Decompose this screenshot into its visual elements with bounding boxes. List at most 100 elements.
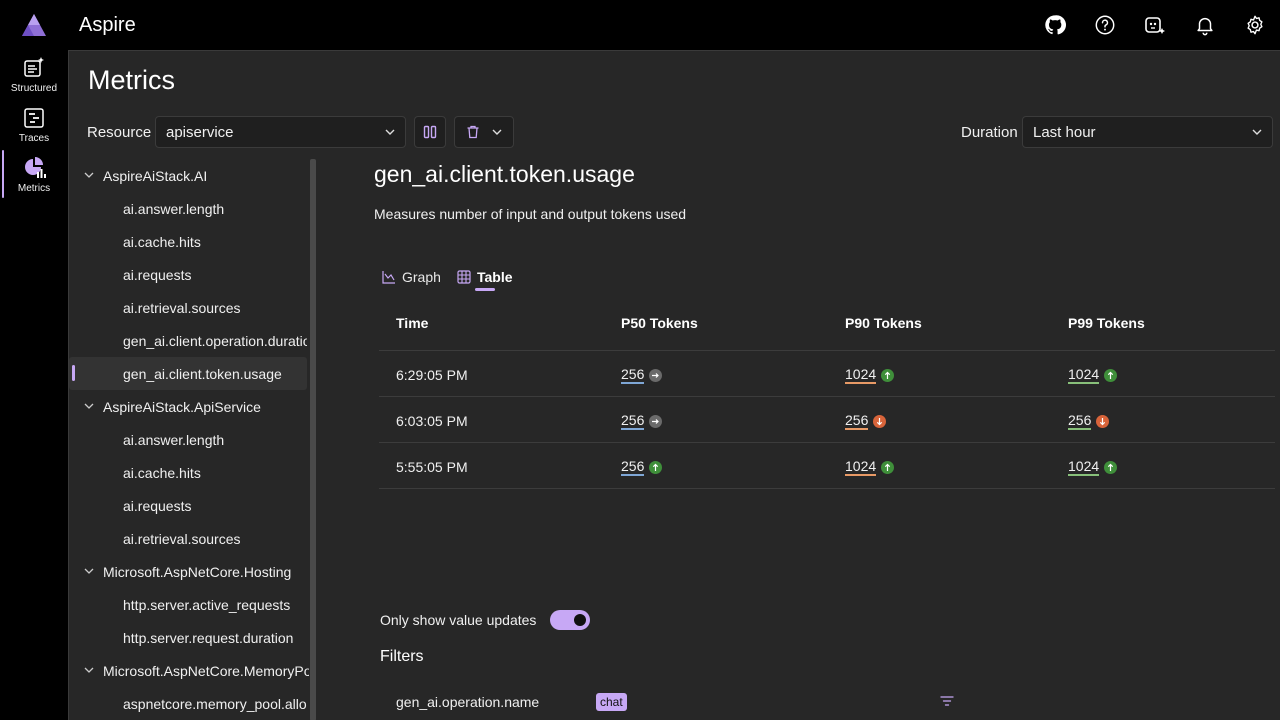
tree-group-label: Microsoft.AspNetCore.Hosting bbox=[103, 564, 292, 580]
value-link[interactable]: 256 bbox=[621, 459, 645, 476]
tab-graph-label: Graph bbox=[402, 269, 441, 285]
duration-select[interactable]: Last hour bbox=[1022, 116, 1273, 148]
column-header-p50[interactable]: P50 Tokens bbox=[621, 315, 698, 331]
column-header-time[interactable]: Time bbox=[396, 315, 428, 331]
filters-title: Filters bbox=[380, 648, 424, 665]
table-cell-p50[interactable]: 256 bbox=[621, 367, 663, 384]
table-icon bbox=[457, 270, 471, 284]
aspire-logo-icon[interactable] bbox=[21, 13, 47, 37]
value-link[interactable]: 1024 bbox=[845, 459, 877, 476]
value-link[interactable]: 1024 bbox=[1068, 367, 1100, 384]
tree-item[interactable]: ai.answer.length bbox=[69, 423, 307, 456]
tree-group[interactable]: AspireAiStack.AI bbox=[69, 159, 309, 192]
tree-item-label: ai.cache.hits bbox=[123, 465, 201, 481]
chevron-down-icon bbox=[1252, 129, 1262, 135]
clear-menu-button[interactable] bbox=[454, 116, 514, 148]
trend-up-icon bbox=[1104, 369, 1118, 382]
tree-item[interactable]: http.server.request.duration bbox=[69, 621, 307, 654]
tree-group[interactable]: Microsoft.AspNetCore.Hosting bbox=[69, 555, 309, 588]
table-cell-p90[interactable]: 1024 bbox=[845, 459, 895, 476]
tree-item-label: gen_ai.client.token.usage bbox=[123, 366, 282, 382]
tree-item[interactable]: ai.requests bbox=[69, 258, 307, 291]
column-header-p90[interactable]: P90 Tokens bbox=[845, 315, 922, 331]
duration-label: Duration bbox=[961, 124, 1018, 141]
tree-item-label: ai.retrieval.sources bbox=[123, 531, 241, 547]
table-cell-time: 6:29:05 PM bbox=[396, 367, 468, 383]
tree-splitter[interactable] bbox=[310, 159, 316, 720]
tree-item[interactable]: ai.answer.length bbox=[69, 192, 307, 225]
value-link[interactable]: 256 bbox=[845, 413, 869, 430]
table-cell-p99[interactable]: 1024 bbox=[1068, 459, 1118, 476]
value-link[interactable]: 1024 bbox=[845, 367, 877, 384]
chevron-down-icon bbox=[84, 667, 94, 673]
table-divider bbox=[379, 488, 1275, 489]
tree-item-label: gen_ai.client.operation.duration bbox=[123, 333, 307, 349]
tree-group-label: AspireAiStack.ApiService bbox=[103, 399, 261, 415]
column-header-p99[interactable]: P99 Tokens bbox=[1068, 315, 1145, 331]
table-cell-p99[interactable]: 1024 bbox=[1068, 367, 1118, 384]
bell-icon[interactable] bbox=[1193, 13, 1217, 37]
tree-item-label: ai.retrieval.sources bbox=[123, 300, 241, 316]
tree-item[interactable]: aspnetcore.memory_pool.allocated bbox=[69, 687, 307, 720]
metric-description: Measures number of input and output toke… bbox=[374, 206, 687, 222]
tree-item-label: ai.requests bbox=[123, 267, 192, 283]
value-link[interactable]: 256 bbox=[621, 367, 645, 384]
resource-select-value: apiservice bbox=[166, 124, 234, 141]
tree-item-label: ai.answer.length bbox=[123, 201, 225, 217]
tree-group-label: AspireAiStack.AI bbox=[103, 168, 208, 184]
tree-group-label: Microsoft.AspNetCore.MemoryPool bbox=[103, 663, 309, 679]
trend-down-icon bbox=[1096, 415, 1110, 428]
value-link[interactable]: 256 bbox=[621, 413, 645, 430]
trend-up-icon bbox=[881, 369, 895, 382]
gear-icon[interactable] bbox=[1243, 13, 1267, 37]
help-icon[interactable] bbox=[1093, 13, 1117, 37]
filter-icon[interactable] bbox=[940, 694, 954, 708]
filter-value-chip[interactable]: chat bbox=[596, 693, 627, 711]
table-divider bbox=[379, 442, 1275, 443]
main-panel: Metrics Resource apiservice Duration Las… bbox=[68, 50, 1280, 720]
table-cell-p50[interactable]: 256 bbox=[621, 459, 663, 476]
table-cell-p90[interactable]: 256 bbox=[845, 413, 887, 430]
tree-item-selected[interactable]: gen_ai.client.token.usage bbox=[69, 357, 307, 390]
nav-structured-label: Structured bbox=[10, 83, 58, 94]
filter-name: gen_ai.operation.name bbox=[396, 694, 540, 710]
resource-select[interactable]: apiservice bbox=[155, 116, 406, 148]
tree-item[interactable]: ai.cache.hits bbox=[69, 456, 307, 489]
nav-metrics-label: Metrics bbox=[17, 183, 51, 194]
nav-traces[interactable]: Traces bbox=[0, 100, 68, 148]
trend-flat-icon bbox=[649, 415, 663, 428]
metric-title: gen_ai.client.token.usage bbox=[374, 161, 635, 187]
tree-item[interactable]: ai.retrieval.sources bbox=[69, 522, 307, 555]
tree-item[interactable]: gen_ai.client.operation.duration bbox=[69, 324, 307, 357]
value-link[interactable]: 1024 bbox=[1068, 459, 1100, 476]
tree-item[interactable]: ai.retrieval.sources bbox=[69, 291, 307, 324]
metrics-icon bbox=[25, 157, 46, 178]
tree-item[interactable]: ai.requests bbox=[69, 489, 307, 522]
nav-metrics[interactable]: Metrics bbox=[0, 150, 68, 198]
table-cell-time: 6:03:05 PM bbox=[396, 413, 468, 429]
copilot-icon[interactable] bbox=[1143, 13, 1167, 37]
value-link[interactable]: 256 bbox=[1068, 413, 1092, 430]
nav-structured[interactable]: Structured bbox=[0, 50, 68, 98]
table-cell-p99[interactable]: 256 bbox=[1068, 413, 1110, 430]
chevron-down-icon bbox=[385, 129, 395, 135]
tab-graph[interactable]: Graph bbox=[382, 267, 441, 287]
tree-group[interactable]: Microsoft.AspNetCore.MemoryPool bbox=[69, 654, 309, 687]
nav-rail: Structured Traces Metrics bbox=[0, 50, 68, 720]
toggle-knob bbox=[574, 614, 586, 626]
pause-button[interactable] bbox=[414, 116, 446, 148]
tree-item[interactable]: ai.cache.hits bbox=[69, 225, 307, 258]
value-updates-toggle[interactable] bbox=[550, 610, 590, 630]
table-cell-p90[interactable]: 1024 bbox=[845, 367, 895, 384]
table-divider bbox=[379, 350, 1275, 351]
tree-group[interactable]: AspireAiStack.ApiService bbox=[69, 390, 309, 423]
trend-flat-icon bbox=[649, 369, 663, 382]
tab-table[interactable]: Table bbox=[457, 267, 513, 287]
tab-active-indicator bbox=[475, 288, 495, 291]
tree-item-label: http.server.request.duration bbox=[123, 630, 294, 646]
trend-up-icon bbox=[1104, 461, 1118, 474]
tree-item[interactable]: http.server.active_requests bbox=[69, 588, 307, 621]
tree-item-label: ai.cache.hits bbox=[123, 234, 201, 250]
github-icon[interactable] bbox=[1043, 13, 1067, 37]
table-cell-p50[interactable]: 256 bbox=[621, 413, 663, 430]
